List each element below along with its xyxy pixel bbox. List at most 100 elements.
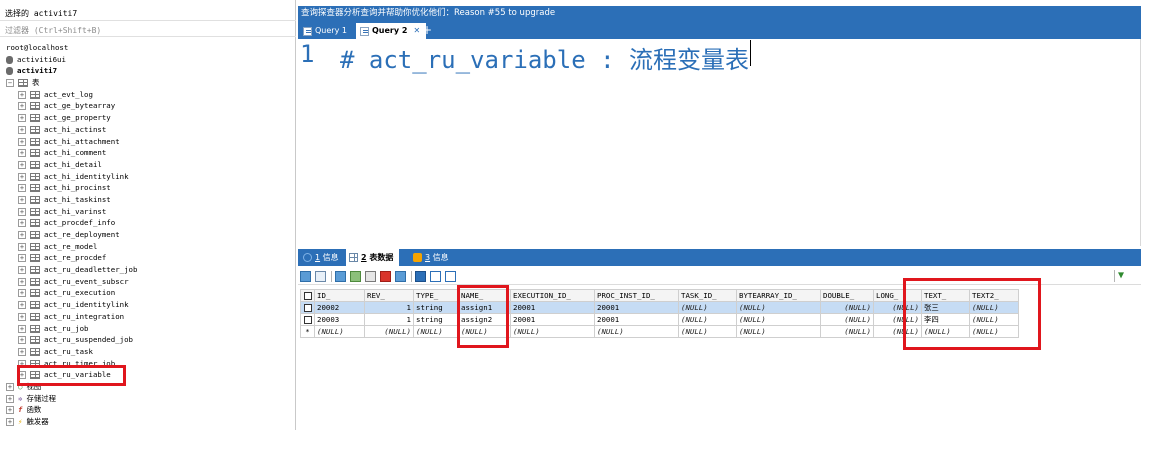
tree-folder-procedures[interactable]: + ✲ 存储过程	[6, 393, 292, 405]
tree-table-item[interactable]: + act_re_procdef	[6, 252, 292, 264]
expand-icon[interactable]: +	[18, 289, 26, 298]
grid-cell[interactable]: 20001	[510, 313, 595, 326]
expand-icon[interactable]: +	[18, 336, 26, 345]
tree-table-item[interactable]: + act_hi_attachment	[6, 136, 292, 148]
grid-cell[interactable]: 20001	[594, 313, 679, 326]
expand-icon[interactable]: +	[6, 394, 14, 403]
tab-query-1[interactable]: Query 1	[299, 23, 353, 39]
column-header[interactable]: EXECUTION_ID_	[510, 289, 595, 302]
export-icon[interactable]	[335, 271, 346, 282]
tree-table-item[interactable]: + act_re_deployment	[6, 229, 292, 241]
expand-icon[interactable]: +	[18, 172, 26, 181]
grid-mode-icon[interactable]	[315, 271, 326, 282]
tree-table-item[interactable]: + act_hi_procinst	[6, 182, 292, 194]
expand-icon[interactable]: +	[18, 231, 26, 239]
expand-icon[interactable]: +	[6, 406, 14, 415]
tab-info-3[interactable]: 3 信息	[410, 249, 455, 266]
grid-cell[interactable]: (NULL)	[314, 325, 365, 338]
tree-table-item[interactable]: + act_ru_identitylink	[6, 299, 292, 311]
grid-cell[interactable]: string	[413, 301, 459, 314]
expand-icon[interactable]: +	[18, 114, 26, 123]
grid-cell[interactable]: (NULL)	[736, 301, 821, 314]
expand-icon[interactable]: +	[18, 242, 26, 251]
expand-icon[interactable]: +	[18, 184, 26, 193]
tree-table-item[interactable]: + act_ge_bytearray	[6, 100, 292, 112]
expand-icon[interactable]: +	[18, 149, 26, 158]
expand-icon[interactable]: +	[18, 254, 26, 263]
grid-cell[interactable]: (NULL)	[594, 325, 679, 338]
column-header[interactable]: PROC_INST_ID_	[594, 289, 679, 302]
tree-table-item[interactable]: + act_ru_suspended_job	[6, 334, 292, 346]
tree-table-item[interactable]: + act_ru_event_subscr	[6, 276, 292, 288]
tree-table-item[interactable]: + act_ru_task	[6, 346, 292, 358]
grid-cell[interactable]: (NULL)	[678, 301, 737, 314]
collapse-icon[interactable]: −	[6, 79, 14, 88]
expand-icon[interactable]: +	[18, 277, 26, 286]
delete-icon[interactable]	[380, 271, 391, 282]
filter-icon[interactable]: ▼	[1118, 270, 1124, 281]
insert-row-icon[interactable]	[350, 271, 361, 282]
tree-table-item[interactable]: + act_ru_deadletter_job	[6, 264, 292, 276]
expand-icon[interactable]: +	[18, 324, 26, 333]
grid-cell[interactable]: 20001	[510, 301, 595, 314]
column-header[interactable]: DOUBLE_	[820, 289, 874, 302]
expand-icon[interactable]: +	[6, 382, 14, 391]
grid-cell[interactable]: (NULL)	[820, 301, 874, 314]
tab-query-2[interactable]: Query 2 ✕	[356, 23, 427, 39]
expand-icon[interactable]: +	[18, 347, 26, 356]
grid-cell[interactable]: (NULL)	[678, 313, 737, 326]
tree-host[interactable]: root@localhost	[6, 42, 292, 54]
filter-input[interactable]: 过滤器 (Ctrl+Shift+B)	[0, 20, 296, 37]
grid-cell[interactable]: 20002	[314, 301, 365, 314]
new-tab-icon[interactable]: +	[422, 23, 432, 37]
grid-view-icon[interactable]	[415, 271, 426, 282]
column-header[interactable]: ID_	[314, 289, 365, 302]
expand-icon[interactable]: +	[6, 418, 14, 426]
grid-cell[interactable]: (NULL)	[820, 325, 874, 338]
tree-table-item[interactable]: + act_hi_comment	[6, 147, 292, 159]
tree-table-item[interactable]: + act_re_model	[6, 241, 292, 253]
select-all-checkbox[interactable]	[300, 289, 315, 302]
tree-folder-tables[interactable]: − 表	[6, 77, 292, 89]
tree-table-item[interactable]: + act_procdef_info	[6, 217, 292, 229]
expand-icon[interactable]: +	[18, 301, 26, 310]
text-view-icon[interactable]	[445, 271, 456, 282]
grid-cell[interactable]: 1	[364, 301, 414, 314]
tree-table-item[interactable]: + act_hi_detail	[6, 159, 292, 171]
tree-database-activiti7[interactable]: activiti7	[6, 65, 292, 77]
grid-cell[interactable]: (NULL)	[678, 325, 737, 338]
sql-editor[interactable]: 1 # act_ru_variable : 流程变量表	[298, 39, 1141, 246]
tree-table-item[interactable]: + act_hi_taskinst	[6, 194, 292, 206]
grid-cell[interactable]: (NULL)	[736, 313, 821, 326]
grid-cell[interactable]: (NULL)	[364, 325, 414, 338]
expand-icon[interactable]: +	[18, 160, 26, 169]
tree-table-item[interactable]: + act_ru_integration	[6, 311, 292, 323]
expand-icon[interactable]: +	[18, 207, 26, 216]
row-checkbox[interactable]	[300, 301, 315, 314]
tree-folder-functions[interactable]: + f 函数	[6, 404, 292, 416]
grid-cell[interactable]: 20001	[594, 301, 679, 314]
tree-table-item[interactable]: + act_hi_actinst	[6, 124, 292, 136]
expand-icon[interactable]: +	[18, 219, 26, 228]
copy-icon[interactable]	[395, 271, 406, 282]
refresh-icon[interactable]	[300, 271, 311, 282]
grid-cell[interactable]: (NULL)	[736, 325, 821, 338]
expand-icon[interactable]: +	[18, 312, 26, 321]
save-icon[interactable]	[365, 271, 376, 282]
tree-table-item[interactable]: + act_ru_execution	[6, 287, 292, 299]
form-view-icon[interactable]	[430, 271, 441, 282]
grid-cell[interactable]: (NULL)	[820, 313, 874, 326]
grid-cell[interactable]: 1	[364, 313, 414, 326]
grid-cell[interactable]: (NULL)	[413, 325, 459, 338]
grid-cell[interactable]: (NULL)	[510, 325, 595, 338]
expand-icon[interactable]: +	[18, 102, 26, 111]
expand-icon[interactable]: +	[18, 90, 26, 99]
tree-table-item[interactable]: + act_ge_property	[6, 112, 292, 124]
expand-icon[interactable]: +	[18, 195, 26, 204]
expand-icon[interactable]: +	[18, 137, 26, 146]
grid-cell[interactable]: string	[413, 313, 459, 326]
column-header[interactable]: REV_	[364, 289, 414, 302]
new-row-marker[interactable]: *	[300, 325, 315, 338]
tree-table-item[interactable]: + act_evt_log	[6, 89, 292, 101]
tree-table-item[interactable]: + act_ru_job	[6, 323, 292, 335]
